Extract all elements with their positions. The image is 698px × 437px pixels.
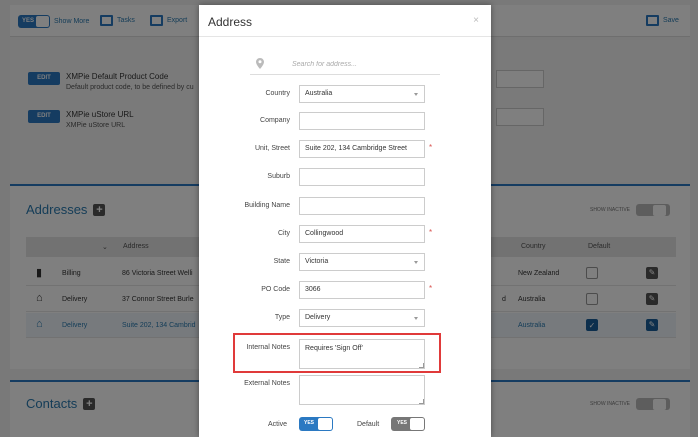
address-search — [250, 53, 440, 75]
search-input[interactable] — [292, 56, 432, 72]
type-label: Type — [274, 314, 290, 321]
city-label: City — [277, 230, 290, 237]
building-name-input[interactable] — [299, 197, 425, 215]
unit-street-input[interactable]: Suite 202, 134 Cambridge Street — [299, 140, 425, 158]
highlight-box — [233, 333, 441, 373]
modal-title: Address — [208, 15, 253, 29]
po-code-input[interactable]: 3066 — [299, 281, 425, 299]
required-marker: * — [429, 228, 433, 237]
country-select[interactable]: Australia — [299, 85, 425, 103]
close-icon[interactable]: × — [473, 15, 479, 26]
type-select[interactable]: Delivery — [299, 309, 425, 327]
active-toggle[interactable]: YES — [299, 417, 333, 431]
unit-street-label: Unit, Street — [254, 145, 290, 152]
toggle-text: YES — [397, 420, 408, 426]
address-modal: Address × Country Australia Company Unit… — [199, 5, 491, 437]
required-marker: * — [429, 284, 433, 293]
city-input[interactable]: Collingwood — [299, 225, 425, 243]
suburb-input[interactable] — [299, 168, 425, 186]
toggle-knob — [410, 418, 424, 430]
resize-handle-icon[interactable] — [419, 399, 424, 404]
external-notes-label: External Notes — [244, 380, 290, 387]
required-marker: * — [429, 143, 433, 152]
company-input[interactable] — [299, 112, 425, 130]
po-code-label: PO Code — [261, 286, 290, 293]
default-label: Default — [357, 421, 380, 428]
building-name-label: Building Name — [244, 202, 290, 209]
default-toggle[interactable]: YES — [391, 417, 425, 431]
company-label: Company — [260, 117, 290, 124]
active-label: Active — [268, 421, 288, 428]
toggle-text: YES — [304, 420, 315, 426]
state-label: State — [273, 258, 290, 265]
state-select[interactable]: Victoria — [299, 253, 425, 271]
suburb-label: Suburb — [267, 173, 290, 180]
external-notes-textarea[interactable] — [299, 375, 425, 405]
country-label: Country — [265, 90, 290, 97]
map-pin-icon — [256, 58, 264, 69]
modal-header: Address × — [199, 5, 491, 37]
toggle-knob — [318, 418, 332, 430]
